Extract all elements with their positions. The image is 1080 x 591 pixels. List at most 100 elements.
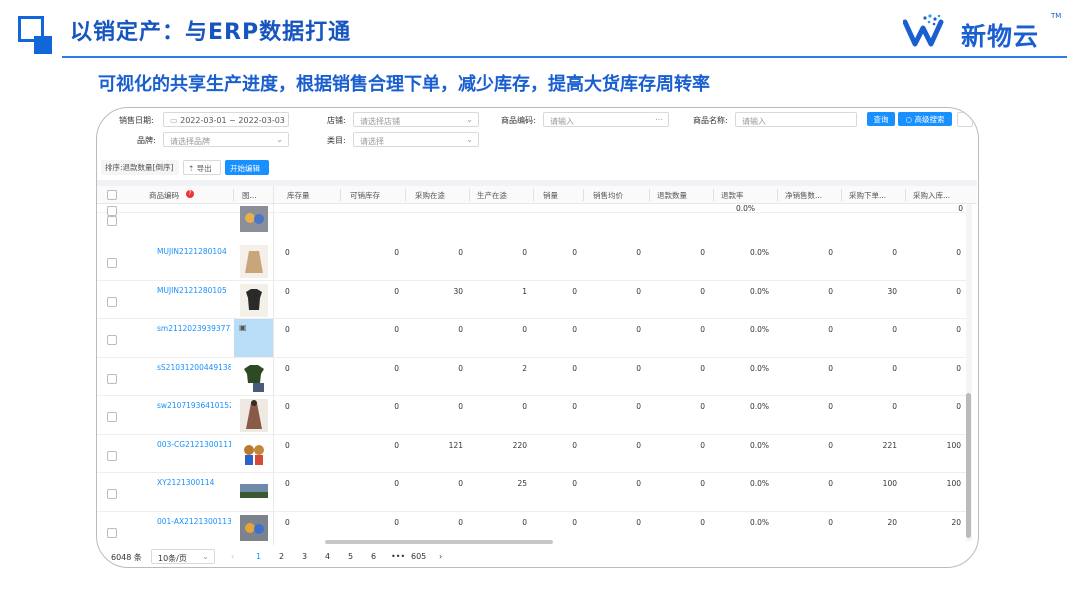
col-header[interactable]: 净销售数... [785, 190, 822, 201]
query-button[interactable]: 查询 [867, 112, 895, 126]
col-header[interactable]: 采购入库... [913, 190, 950, 201]
horizontal-scrollbar-thumb[interactable] [325, 540, 553, 544]
header-divider [62, 56, 1067, 58]
frozen-column-divider [273, 186, 274, 545]
help-icon[interactable]: ? [186, 190, 194, 198]
table-body: 0.0% 0 MUJIN2121280104 0 0 0 0 0 0 0 0.0… [97, 204, 969, 541]
category-select[interactable]: 请选择 ⌄ [353, 132, 479, 147]
brand-select[interactable]: 请选择品牌 ⌄ [163, 132, 289, 147]
col-header[interactable]: 库存量 [287, 190, 310, 201]
row-checkbox[interactable] [107, 258, 117, 268]
product-code-link[interactable]: MUJIN2121280105 [157, 286, 231, 295]
dress-image [240, 399, 268, 432]
next-page-button[interactable]: › [439, 552, 442, 561]
store-label: 店铺: [327, 116, 346, 125]
row-checkbox[interactable] [107, 450, 117, 461]
table-row[interactable]: sS2103120044913800 0 0 0 2 0 0 0 0.0% 0 … [97, 358, 969, 396]
more-icon[interactable]: ⋯ [655, 115, 663, 124]
pagination: 6048 条 10条/页 ⌄ ‹ 1 2 3 4 5 6 ••• 605 › [97, 549, 977, 567]
page-3[interactable]: 3 [302, 552, 307, 561]
sort-indicator[interactable]: 排序:退款数量[倒序] [101, 160, 179, 175]
search-icon: ○ [905, 115, 913, 124]
green-shirt-image [240, 360, 268, 394]
col-header[interactable]: 可销库存 [350, 190, 380, 201]
table-row[interactable]: 003-CG2121300111 0 0 121 220 0 0 0 0.0% … [97, 435, 969, 473]
tshirt-image [240, 283, 268, 317]
store-select[interactable]: 请选择店铺 ⌄ [353, 112, 479, 127]
col-header[interactable]: 退款数量 [657, 190, 687, 201]
row-checkbox[interactable] [107, 206, 117, 216]
col-header[interactable]: 商品编码 [149, 190, 179, 201]
col-header[interactable]: 退款率 [721, 190, 744, 201]
table-row[interactable]: sw2107193641015223 0 0 0 0 0 0 0 0.0% 0 … [97, 396, 969, 435]
slide-subtitle: 可视化的共享生产进度，根据销售合理下单，减少库存，提高大货库存周转率 [98, 74, 710, 95]
total-count: 6048 条 [111, 553, 142, 562]
slide-header: 以销定产：与ERP数据打通 新物云 TM [0, 0, 1080, 60]
toy-image [240, 437, 268, 471]
page-5[interactable]: 5 [348, 552, 353, 561]
advanced-search-button[interactable]: ○ 高级搜索 [898, 112, 952, 126]
col-header[interactable]: 生产在途 [477, 190, 507, 201]
col-header[interactable]: 采购在途 [415, 190, 445, 201]
vertical-scrollbar-thumb[interactable] [966, 393, 971, 538]
row-checkbox[interactable] [107, 527, 117, 538]
page-last[interactable]: 605 [411, 552, 426, 561]
name-input[interactable]: 请输入 [735, 112, 857, 127]
toy-box-image [240, 514, 268, 541]
sale-date-range-input[interactable]: ▭ 2022-03-01 ~ 2022-03-03 [163, 112, 289, 127]
screenshot-frame: 销售日期: ▭ 2022-03-01 ~ 2022-03-03 店铺: 请选择店… [96, 107, 979, 568]
page-4[interactable]: 4 [325, 552, 330, 561]
product-code-link[interactable]: XY2121300114 [157, 478, 231, 487]
product-code-link[interactable]: 003-CG2121300111 [157, 440, 231, 449]
product-code-link[interactable]: sw2107193641015223 [157, 401, 231, 410]
calendar-icon: ▭ [170, 116, 178, 125]
code-label: 商品编码: [501, 116, 536, 125]
row-checkbox[interactable] [107, 296, 117, 307]
col-header[interactable]: 图... [242, 190, 257, 201]
row-checkbox[interactable] [107, 216, 117, 226]
brand-label: 品牌: [137, 136, 156, 145]
row-checkbox[interactable] [107, 373, 117, 384]
toolbar: 排序:退款数量[倒序] ⇡ 导出 开始编辑 [97, 160, 977, 178]
col-header[interactable]: 销售均价 [593, 190, 623, 201]
category-label: 类目: [327, 136, 346, 145]
slide-title: 以销定产：与ERP数据打通 [70, 20, 352, 45]
toy-image [240, 206, 268, 232]
table-row[interactable]: sm2112023939377213 ▣ 0 0 0 0 0 0 0 0.0% … [97, 319, 969, 358]
image-icon: ▣ [239, 323, 247, 332]
upload-icon: ⇡ [188, 164, 195, 173]
brand-logo-icon [903, 14, 944, 47]
table-row[interactable]: MUJIN2121280104 0 0 0 0 0 0 0 0.0% 0 0 0 [97, 242, 969, 281]
brand-name: 新物云 [961, 22, 1040, 51]
page-6[interactable]: 6 [371, 552, 376, 561]
product-code-link[interactable]: sS2103120044913800 [157, 363, 231, 372]
table-row[interactable]: MUJIN2121280105 0 0 30 1 0 0 0 0.0% 0 30… [97, 281, 969, 319]
table-row[interactable]: 001-AX2121300113 0 0 0 0 0 0 0 0.0% 0 20… [97, 512, 969, 541]
col-header[interactable]: 销量 [543, 190, 558, 201]
product-code-link[interactable]: sm2112023939377213 [157, 324, 231, 333]
chevron-down-icon: ⌄ [202, 552, 209, 561]
product-code-link[interactable]: MUJIN2121280104 [157, 247, 231, 256]
chevron-down-icon: ⌄ [466, 135, 473, 144]
table-header: 商品编码 ? 图... 库存量 可销库存 采购在途 生产在途 销量 销售均价 退… [97, 186, 977, 204]
export-button[interactable]: ⇡ 导出 [183, 160, 221, 175]
page-1[interactable]: 1 [256, 552, 261, 561]
page-2[interactable]: 2 [279, 552, 284, 561]
name-label: 商品名称: [693, 116, 728, 125]
row-checkbox[interactable] [107, 412, 117, 422]
page-size-select[interactable]: 10条/页 ⌄ [151, 549, 215, 564]
landscape-image [240, 484, 268, 498]
extra-button[interactable] [957, 112, 973, 127]
select-all-checkbox[interactable] [107, 190, 117, 200]
code-input[interactable]: 请输入 ⋯ [543, 112, 669, 127]
start-edit-button[interactable]: 开始编辑 [225, 160, 269, 175]
placeholder-image: ▣ [234, 319, 273, 357]
product-code-link[interactable]: 001-AX2121300113 [157, 517, 231, 526]
table-row[interactable]: XY2121300114 0 0 0 25 0 0 0 0.0% 0 100 1… [97, 473, 969, 512]
row-checkbox[interactable] [107, 489, 117, 499]
col-header[interactable]: 采购下单... [849, 190, 886, 201]
page-ellipsis[interactable]: ••• [391, 552, 405, 561]
table-row[interactable]: 0.0% 0 [97, 204, 969, 216]
row-checkbox[interactable] [107, 335, 117, 345]
prev-page-button[interactable]: ‹ [231, 552, 234, 561]
